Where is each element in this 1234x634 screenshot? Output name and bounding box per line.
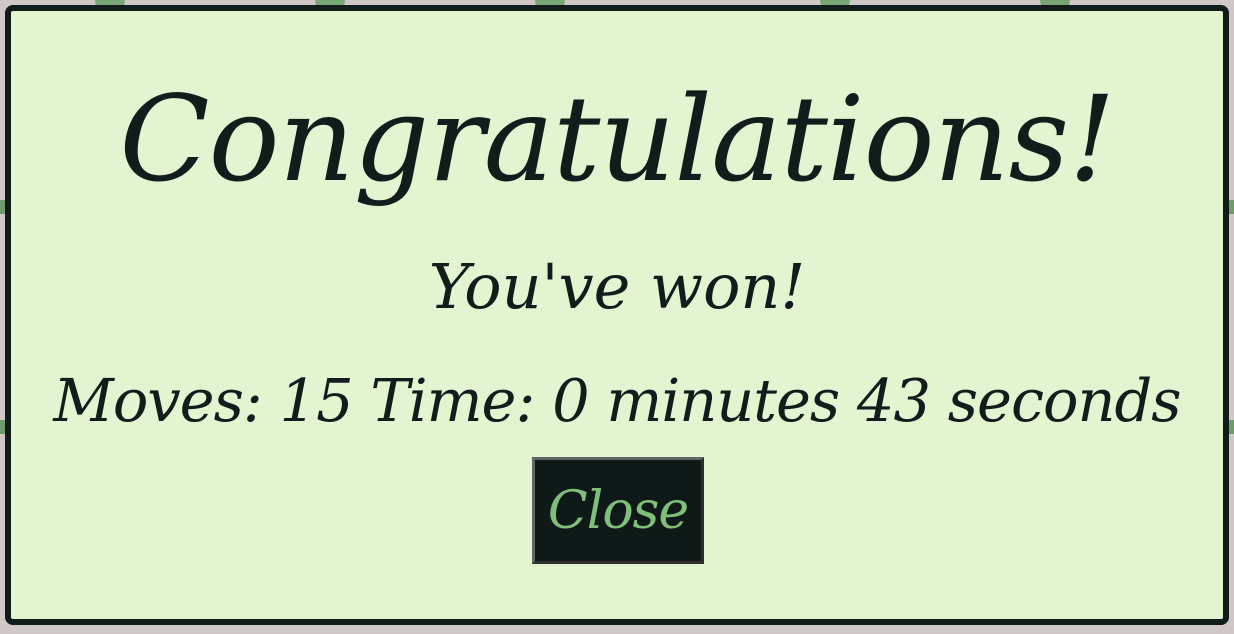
seconds-label: seconds bbox=[947, 366, 1182, 435]
game-stats: Moves: 15 Time: 0 minutes 43 seconds bbox=[11, 361, 1223, 441]
time-label: Time: bbox=[370, 366, 535, 435]
minutes-value: 0 bbox=[552, 366, 590, 435]
win-modal: Congratulations! You've won! Moves: 15 T… bbox=[5, 5, 1229, 625]
seconds-value: 43 bbox=[856, 366, 931, 435]
moves-label: Moves: bbox=[53, 366, 262, 435]
win-message: You've won! bbox=[428, 250, 806, 323]
moves-value: 15 bbox=[279, 366, 354, 435]
minutes-label: minutes bbox=[606, 366, 840, 435]
modal-title: Congratulations! bbox=[119, 70, 1115, 208]
close-button[interactable]: Close bbox=[532, 457, 704, 564]
